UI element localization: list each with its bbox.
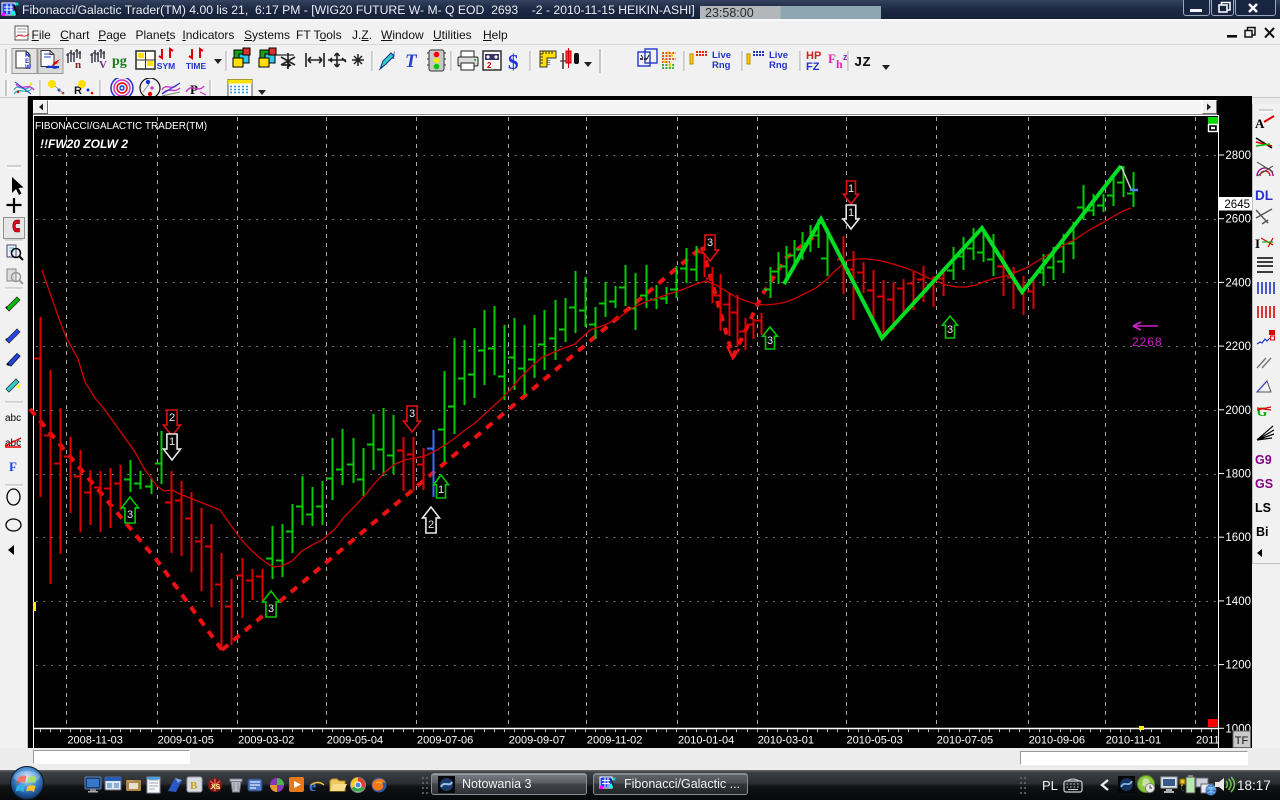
svg-text:18:17: 18:17: [1237, 778, 1271, 793]
svg-text:PL: PL: [1042, 778, 1058, 793]
